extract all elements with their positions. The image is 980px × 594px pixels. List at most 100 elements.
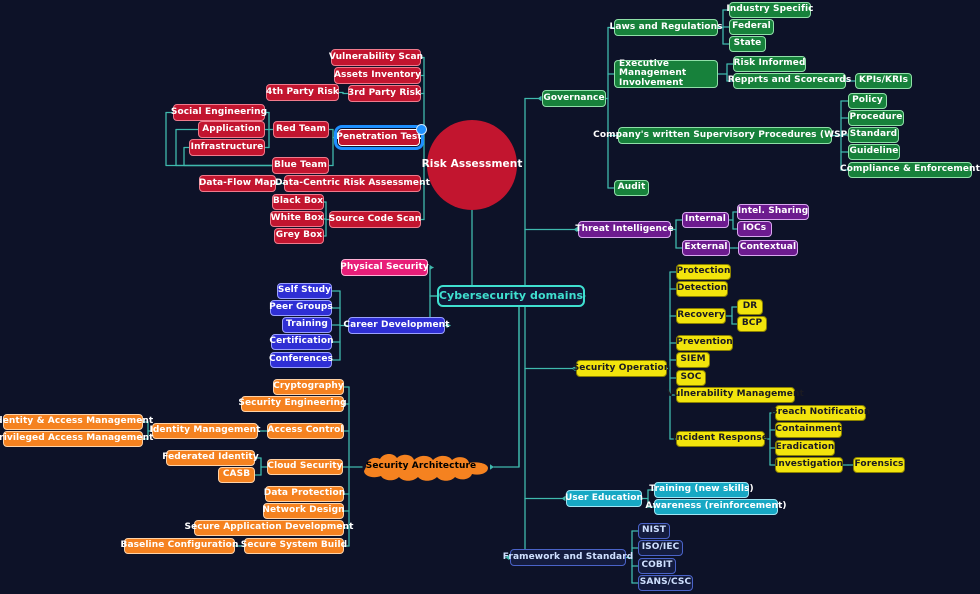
node-siem[interactable]: SIEM xyxy=(676,352,710,368)
node-self-study[interactable]: Self Study xyxy=(277,283,332,299)
node-guideline[interactable]: Guideline xyxy=(848,144,900,160)
node-security-engineering[interactable]: Security Engineering xyxy=(238,396,347,412)
node-contextual[interactable]: Contextual xyxy=(738,240,798,256)
node-vulnerability-scan[interactable]: Vulnerability Scan xyxy=(329,49,423,66)
node-standard[interactable]: Standard xyxy=(848,127,899,143)
node-label: SANS/CSC xyxy=(639,577,692,588)
node-incident-response[interactable]: Incident Response xyxy=(673,431,768,447)
node-repprts-and-scorecards[interactable]: Repprts and Scorecards xyxy=(728,73,851,89)
node-threat-intelligence[interactable]: Threat Intelligence xyxy=(575,221,674,238)
node-third-party-risk[interactable]: 3rd Party Risk xyxy=(348,85,421,102)
node-physical-security[interactable]: Physical Security xyxy=(340,259,429,276)
node-breach-notification[interactable]: Breach Notification xyxy=(771,405,870,421)
node-prevention[interactable]: Prevention xyxy=(676,335,733,351)
node-eradication[interactable]: Eradication xyxy=(775,440,835,456)
node-nist[interactable]: NIST xyxy=(638,523,670,539)
node-data-centric-risk-assessment[interactable]: Data-Centric Risk Assessment xyxy=(275,175,430,192)
node-cryptography[interactable]: Cryptography xyxy=(273,379,344,395)
node-kpis-kris[interactable]: KPIs/KRIs xyxy=(855,73,912,89)
node-audit[interactable]: Audit xyxy=(614,180,649,196)
node-identity-access-management[interactable]: Identity & Access Management xyxy=(0,414,153,430)
node-blue-team[interactable]: Blue Team xyxy=(272,157,329,174)
node-label: Black Box xyxy=(272,196,324,207)
node-access-control[interactable]: Access Control xyxy=(267,423,344,439)
node-certification[interactable]: Certification xyxy=(269,334,334,350)
node-label: Career Development xyxy=(343,319,450,330)
node-fourth-party-risk[interactable]: 4th Party Risk xyxy=(266,84,339,101)
node-bcp[interactable]: BCP xyxy=(737,316,767,332)
node-training-new-skills[interactable]: Training (new skills) xyxy=(649,482,754,498)
node-label: Peer Groups xyxy=(269,302,333,313)
node-network-design[interactable]: Network Design xyxy=(262,503,345,519)
node-forensics[interactable]: Forensics xyxy=(853,457,905,473)
node-secure-system-build[interactable]: Secure System Build xyxy=(241,538,347,554)
node-assets-inventory[interactable]: Assets Inventory xyxy=(334,67,421,84)
node-wsps[interactable]: Company's written Supervisory Procedures… xyxy=(593,127,857,144)
node-baseline-configuration[interactable]: Baseline Configuration xyxy=(121,538,238,554)
node-governance[interactable]: Governance xyxy=(542,90,606,107)
node-industry-specific[interactable]: Industry Specific xyxy=(726,2,813,18)
node-cobit[interactable]: COBIT xyxy=(638,558,676,574)
node-iso-iec[interactable]: ISO/IEC xyxy=(638,540,683,556)
node-social-engineering[interactable]: Social Engineering xyxy=(171,104,267,121)
node-label: Incident Response xyxy=(672,433,769,444)
node-compliance-enforcement[interactable]: Compliance & Enforcement xyxy=(840,162,980,178)
node-security-architecture[interactable]: Security Architecture xyxy=(348,452,494,482)
node-iocs[interactable]: IOCs xyxy=(737,221,772,237)
node-sans-csc[interactable]: SANS/CSC xyxy=(638,575,693,591)
node-risk-informed[interactable]: Risk Informed xyxy=(733,56,806,72)
node-source-code-scan[interactable]: Source Code Scan xyxy=(329,211,421,228)
node-label: State xyxy=(733,38,762,49)
node-conferences[interactable]: Conferences xyxy=(269,352,333,368)
node-data-protection[interactable]: Data Protection xyxy=(264,486,345,502)
node-detection[interactable]: Detection xyxy=(676,281,728,297)
node-cloud-security[interactable]: Cloud Security xyxy=(267,459,343,475)
node-federated-identity[interactable]: Federated Identity xyxy=(162,450,259,466)
node-secure-application-development[interactable]: Secure Application Development xyxy=(185,520,353,536)
node-intel-sharing[interactable]: Intel. Sharing xyxy=(737,204,809,220)
node-user-education[interactable]: User Education xyxy=(565,490,643,507)
node-application[interactable]: Application xyxy=(198,121,265,138)
node-data-flow-map[interactable]: Data-Flow Map xyxy=(199,175,276,192)
node-red-team[interactable]: Red Team xyxy=(273,121,329,138)
node-external[interactable]: External xyxy=(682,240,730,256)
node-soc[interactable]: SOC xyxy=(676,370,706,386)
node-recovery[interactable]: Recovery xyxy=(676,308,726,324)
node-risk-assessment[interactable]: Risk Assessment xyxy=(422,120,522,210)
node-containment[interactable]: Containment xyxy=(775,422,842,438)
node-vulnerability-management[interactable]: Vulnerability Management xyxy=(667,387,804,403)
node-internal[interactable]: Internal xyxy=(682,212,729,228)
node-label: Application xyxy=(202,123,261,134)
node-grey-box[interactable]: Grey Box xyxy=(274,228,324,244)
node-training[interactable]: Training xyxy=(282,317,332,333)
node-label: Intel. Sharing xyxy=(737,206,809,217)
node-black-box[interactable]: Black Box xyxy=(272,194,324,210)
node-security-operation[interactable]: Security Operation xyxy=(573,360,670,377)
node-privileged-access-management[interactable]: Privileged Access Management xyxy=(0,431,153,447)
node-protection[interactable]: Protection xyxy=(676,264,731,280)
node-career-development[interactable]: Career Development xyxy=(343,317,449,334)
node-penetration-test[interactable]: Penetration Test xyxy=(334,125,424,150)
node-federal[interactable]: Federal xyxy=(729,19,774,35)
node-label: Federal xyxy=(732,21,771,32)
node-identity-management[interactable]: Identity Management xyxy=(149,423,260,439)
node-label: Assets Inventory xyxy=(333,69,422,80)
node-state[interactable]: State xyxy=(729,36,766,52)
node-executive-management-involvement[interactable]: Executive Management Involvement xyxy=(614,59,718,88)
node-peer-groups[interactable]: Peer Groups xyxy=(269,300,333,316)
node-procedure[interactable]: Procedure xyxy=(848,110,904,126)
node-infrastructure[interactable]: Infrastructure xyxy=(189,139,265,156)
node-laws-and-regulations[interactable]: Laws and Regulations xyxy=(609,19,722,36)
node-dr[interactable]: DR xyxy=(737,299,763,315)
node-awareness-reinforcement[interactable]: Awareness (reinforcement) xyxy=(645,499,786,515)
node-white-box[interactable]: White Box xyxy=(270,211,324,227)
node-policy[interactable]: Policy xyxy=(848,93,887,109)
node-label: Baseline Configuration xyxy=(120,540,239,551)
node-casb[interactable]: CASB xyxy=(218,467,255,483)
selection-handle[interactable] xyxy=(416,124,427,135)
node-label: Secure System Build xyxy=(240,540,348,551)
node-label: Detection xyxy=(676,283,728,294)
node-framework-and-standard[interactable]: Framework and Standard xyxy=(503,549,633,566)
node-root[interactable]: Cybersecurity domains xyxy=(437,285,585,307)
node-investigation[interactable]: Investigation xyxy=(775,457,843,473)
